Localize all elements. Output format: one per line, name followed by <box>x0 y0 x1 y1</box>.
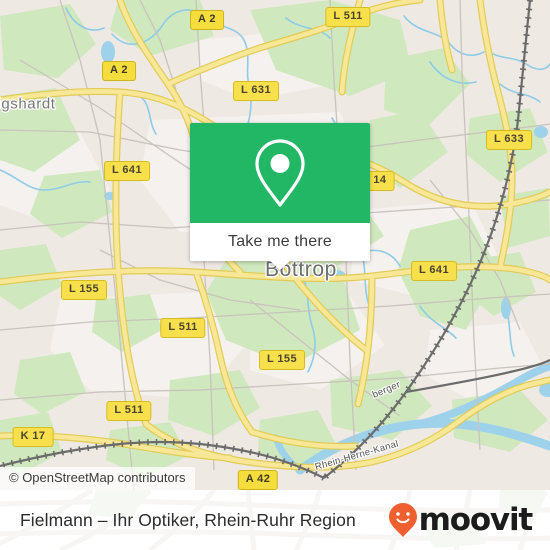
road-shield: A 2 <box>102 61 136 81</box>
bottom-info-bar: Fielmann – Ihr Optiker, Rhein-Ruhr Regio… <box>0 490 550 550</box>
map-pin-icon <box>255 139 305 207</box>
callout-image-placeholder <box>190 123 370 223</box>
road-shield: L 511 <box>106 401 152 421</box>
road-shield: A 42 <box>237 470 279 490</box>
take-me-there-label: Take me there <box>228 233 332 250</box>
page-title: Fielmann – Ihr Optiker, Rhein-Ruhr Regio… <box>20 509 356 530</box>
road-shield: K 17 <box>12 427 54 447</box>
road-shield: L 511 <box>160 318 206 338</box>
location-callout-card[interactable]: Take me there <box>190 123 370 270</box>
place-label-oberhausen-koenigshardt: nigshardt <box>0 95 56 113</box>
road-shield: L 631 <box>233 81 279 101</box>
moovit-map-screenshot: Rhein-Herne-Kanal berger nigshardt Bottr… <box>0 0 550 550</box>
take-me-there-button[interactable]: Take me there <box>190 223 370 270</box>
road-shield: L 155 <box>61 280 107 300</box>
road-shield: L 633 <box>486 130 532 150</box>
road-shield: L 641 <box>104 161 150 181</box>
moovit-wordmark: moovit <box>418 501 534 538</box>
road-shield: L 155 <box>259 350 305 370</box>
road-shield: A 2 <box>190 10 224 30</box>
callout-pointer-triangle <box>269 260 291 270</box>
road-shield: L 641 <box>411 261 457 281</box>
road-shield: L 511 <box>325 7 371 27</box>
map-canvas[interactable]: Rhein-Herne-Kanal berger nigshardt Bottr… <box>0 0 550 490</box>
map-attribution[interactable]: © OpenStreetMap contributors <box>0 466 195 490</box>
moovit-logo[interactable]: moovit <box>388 501 534 538</box>
moovit-pin-smiley-icon <box>388 503 417 537</box>
